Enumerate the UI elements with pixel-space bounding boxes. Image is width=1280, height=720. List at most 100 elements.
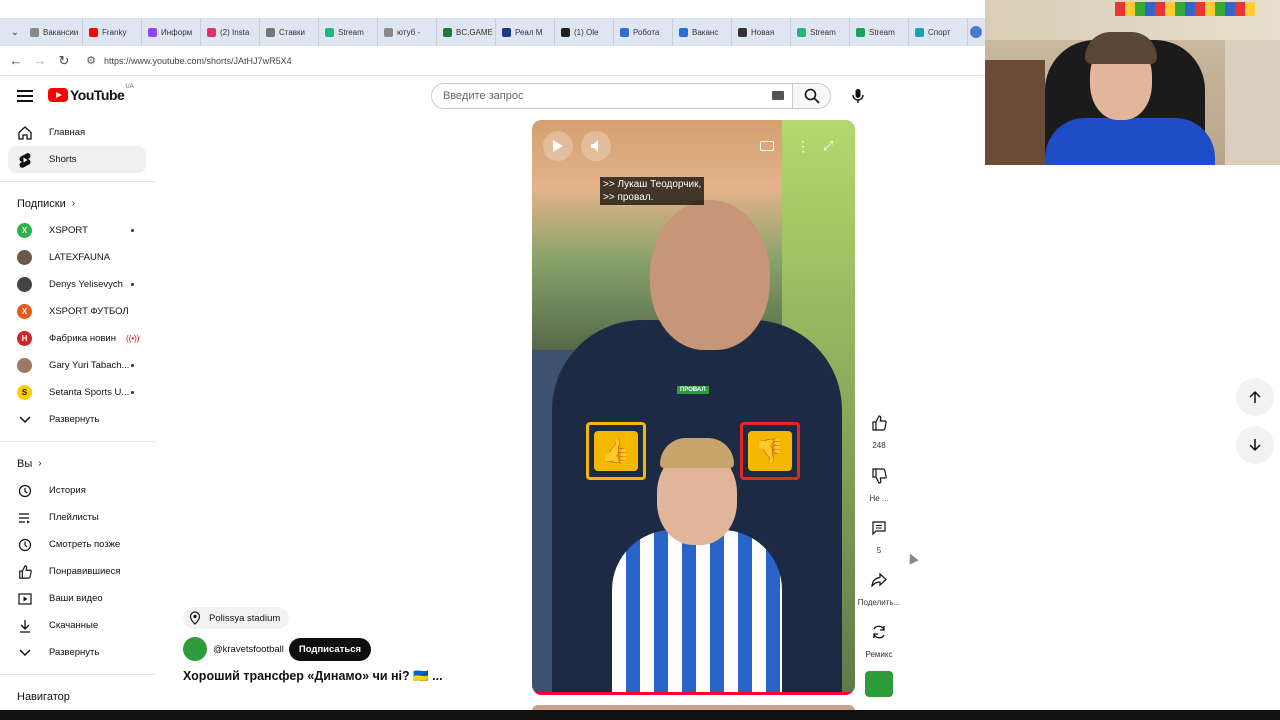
you-heading[interactable]: Вы ›: [0, 450, 156, 477]
share-icon: [871, 573, 887, 587]
thumbs-down-icon: [872, 468, 887, 484]
channel-avatar: X: [17, 223, 32, 238]
tab-label: Stream: [810, 27, 836, 37]
youtube-logo[interactable]: YouTube UA: [48, 84, 134, 103]
browser-tab[interactable]: Ваканс: [673, 18, 732, 46]
share-button[interactable]: [863, 564, 895, 596]
navigator-heading-label: Навигатор: [17, 690, 70, 703]
sidebar-subscription[interactable]: S Setanta Sports U...: [0, 379, 156, 406]
like-button[interactable]: [863, 407, 895, 439]
sidebar-subscription[interactable]: LATEXFAUNA: [0, 244, 156, 271]
tab-bar: ⌄ Вакансии Franky Информ (2) Insta Ставки Str…: [0, 18, 985, 46]
sidebar-item-playlists[interactable]: Плейлисты: [0, 504, 156, 531]
previous-short-button[interactable]: [1236, 378, 1274, 416]
sidebar-item-your-videos[interactable]: Ваши видео: [0, 585, 156, 612]
arrow-down-icon: [1249, 439, 1261, 452]
sidebar-expand-subscriptions[interactable]: Развернуть: [0, 406, 156, 433]
sidebar-item-history[interactable]: История: [0, 477, 156, 504]
channel-name[interactable]: @kravetsfootball: [213, 644, 284, 655]
browser-tab[interactable]: BC.GAME: [437, 18, 496, 46]
volume-button[interactable]: [581, 131, 611, 161]
sidebar-item-home[interactable]: Главная: [0, 119, 156, 146]
search-button[interactable]: [793, 83, 831, 109]
browser-tab[interactable]: (1) Ole: [555, 18, 614, 46]
arrow-up-icon: [1249, 390, 1261, 403]
tab-overflow-icon[interactable]: [970, 26, 982, 38]
search-icon: [804, 88, 820, 104]
playlists-icon: [17, 510, 33, 526]
video-title[interactable]: Хороший трансфер «Динамо» чи ні? 🇺🇦 ...: [183, 669, 443, 684]
tab-favicon-icon: [738, 27, 747, 37]
sidebar-expand-you[interactable]: Развернуть: [0, 639, 156, 666]
voice-search-button[interactable]: [845, 83, 871, 109]
captions-icon[interactable]: [760, 141, 774, 151]
browser-tab[interactable]: (2) Insta: [201, 18, 260, 46]
browser-tab[interactable]: Franky: [83, 18, 142, 46]
browser-tab[interactable]: Информ: [142, 18, 201, 46]
sidebar-item-label: LATEXFAUNA: [49, 252, 111, 263]
browser-tab[interactable]: Stream: [850, 18, 909, 46]
tab-label: Franky: [102, 27, 127, 37]
browser-tab[interactable]: Робота: [614, 18, 673, 46]
browser-tab[interactable]: Новая: [732, 18, 791, 46]
forward-arrow-icon[interactable]: →: [28, 53, 52, 68]
browser-tab[interactable]: ютуб -: [378, 18, 437, 46]
sidebar-item-watch-later[interactable]: Смотреть позже: [0, 531, 156, 558]
sidebar-subscription[interactable]: Н Фабрика новин ((•)): [0, 325, 156, 352]
tab-favicon-icon: [620, 27, 629, 37]
location-chip[interactable]: Polissya stadium: [183, 607, 290, 629]
sidebar-subscription[interactable]: X XSPORT: [0, 217, 156, 244]
remix-action[interactable]: Ремикс: [858, 616, 900, 659]
video-progress-bar[interactable]: [532, 692, 855, 695]
dislike-action[interactable]: Не ...: [863, 460, 895, 503]
reload-icon[interactable]: ↻: [52, 53, 76, 69]
menu-icon[interactable]: [17, 90, 33, 102]
browser-tab[interactable]: Вакансии: [24, 18, 83, 46]
chevron-down-icon: [17, 645, 33, 661]
browser-tab[interactable]: Спорт: [909, 18, 968, 46]
location-label: Polissya stadium: [209, 612, 281, 624]
search-input[interactable]: Введите запрос: [431, 83, 793, 109]
sidebar-subscription[interactable]: Denys Yelisevych: [0, 271, 156, 298]
channel-avatar[interactable]: [183, 637, 207, 661]
next-short-button[interactable]: [1236, 426, 1274, 464]
tab-favicon-icon: [266, 27, 275, 37]
comments-action[interactable]: 5: [863, 512, 895, 555]
comments-button[interactable]: [863, 512, 895, 544]
more-options-icon[interactable]: ⋮: [796, 139, 810, 153]
sidebar-subscription[interactable]: Gary Yuri Tabach...: [0, 352, 156, 379]
sidebar-item-label: Скачанные: [49, 620, 99, 631]
sidebar-item-downloads[interactable]: Скачанные: [0, 612, 156, 639]
shorts-icon: [17, 152, 33, 168]
webcam-wall: [1225, 40, 1280, 165]
browser-tab[interactable]: Ставки: [260, 18, 319, 46]
thumbs-down-icon: 👎: [748, 431, 792, 471]
dislike-button[interactable]: [863, 460, 895, 492]
channel-avatar-small[interactable]: [865, 671, 893, 697]
webcam-person-body: [1045, 118, 1215, 165]
sidebar-item-liked[interactable]: Понравившиеся: [0, 558, 156, 585]
back-arrow-icon[interactable]: ←: [4, 53, 28, 68]
remix-button[interactable]: [863, 616, 895, 648]
site-info-icon[interactable]: ⚙: [84, 54, 98, 68]
play-button[interactable]: [543, 131, 573, 161]
sidebar-subscription[interactable]: X XSPORT ФУТБОЛ: [0, 298, 156, 325]
browser-tab[interactable]: Реал М: [496, 18, 555, 46]
url-text[interactable]: https://www.youtube.com/shorts/JAtHJ7wR5…: [104, 56, 292, 66]
browser-tab[interactable]: Stream: [319, 18, 378, 46]
share-action[interactable]: Поделить...: [856, 564, 902, 607]
browser-tab[interactable]: Stream: [791, 18, 850, 46]
sidebar-item-shorts[interactable]: Shorts: [8, 146, 146, 173]
shorts-video-player[interactable]: ПРОВАЛ 👍 👎 ⋮ ⤢ >> Лукаш Теодорчик, >> пр…: [532, 120, 855, 695]
subscriptions-heading[interactable]: Подписки ›: [0, 190, 156, 217]
tab-label: Вакансии: [43, 27, 79, 37]
tab-list-chevron-icon[interactable]: ⌄: [6, 27, 24, 38]
keyboard-icon[interactable]: [772, 91, 784, 100]
fullscreen-icon[interactable]: ⤢: [823, 138, 833, 154]
sidebar-item-label: Плейлисты: [49, 512, 99, 523]
sidebar-item-label: Gary Yuri Tabach...: [49, 360, 130, 371]
channel-avatar: S: [17, 385, 32, 400]
subscribe-button[interactable]: Подписаться: [288, 637, 372, 661]
like-action[interactable]: 248: [863, 407, 895, 450]
channel-avatar: Н: [17, 331, 32, 346]
